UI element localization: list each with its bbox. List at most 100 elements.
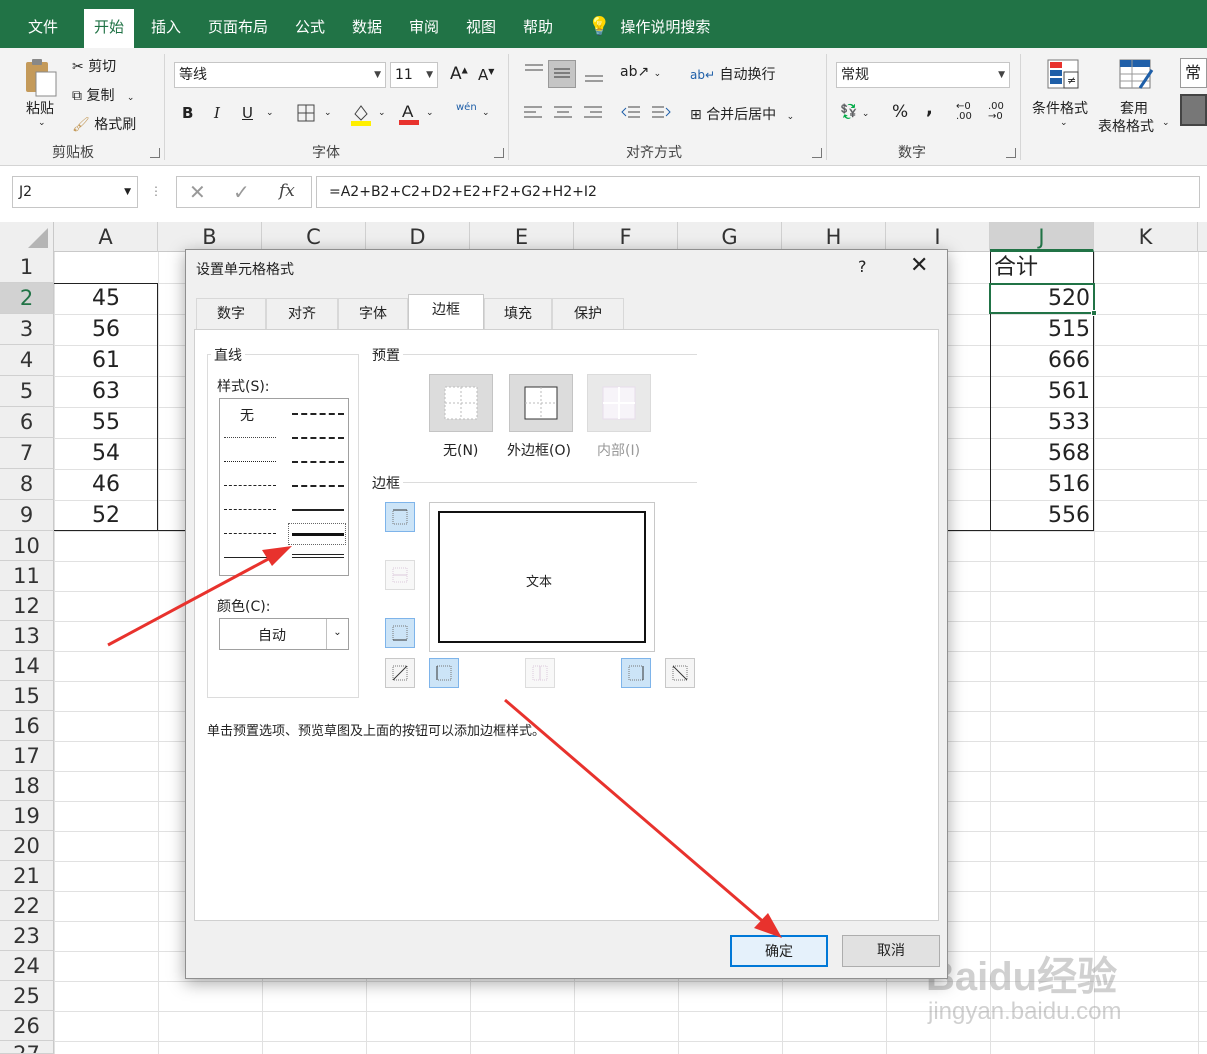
fill-handle[interactable] [1091, 310, 1097, 316]
cell-j5[interactable]: 561 [994, 376, 1090, 407]
font-color-icon[interactable]: A [398, 100, 420, 126]
border-diagonal-down-button[interactable] [665, 658, 695, 688]
paste-dropdown-icon[interactable]: ⌄ [38, 118, 46, 128]
border-middle-horizontal-button[interactable] [385, 560, 415, 590]
row-header[interactable]: 21 [0, 861, 54, 891]
row-header[interactable]: 5 [0, 376, 54, 407]
row-header[interactable]: 10 [0, 531, 54, 561]
row-header[interactable]: 14 [0, 651, 54, 681]
border-left-button[interactable] [429, 658, 459, 688]
line-style-thin[interactable] [224, 557, 276, 558]
align-right-icon[interactable] [582, 104, 604, 124]
cell-j3[interactable]: 515 [994, 314, 1090, 345]
close-icon[interactable]: ✕ [910, 253, 928, 278]
clipboard-launcher-icon[interactable] [150, 148, 160, 158]
column-header-a[interactable]: A [54, 222, 158, 252]
line-style-medium[interactable] [292, 509, 344, 511]
name-box[interactable]: J2 ▼ [12, 176, 138, 208]
align-left-icon[interactable] [522, 104, 544, 124]
format-as-table-label-1[interactable]: 套用 [1120, 98, 1148, 118]
row-header[interactable]: 12 [0, 591, 54, 621]
fill-color-dropdown-icon[interactable]: ⌄ [378, 108, 386, 118]
row-header[interactable]: 24 [0, 951, 54, 981]
cell-a7[interactable]: 54 [92, 438, 120, 469]
fill-color-icon[interactable] [350, 102, 372, 126]
tab-view[interactable]: 视图 [456, 9, 506, 48]
tab-file[interactable]: 文件 [18, 9, 68, 48]
underline-button[interactable]: U [242, 104, 253, 122]
line-style-slant-dash-dot[interactable] [292, 437, 344, 439]
paste-icon[interactable] [22, 56, 60, 100]
enter-icon[interactable]: ✓ [233, 180, 250, 204]
tab-home[interactable]: 开始 [84, 9, 135, 48]
line-style-dash-dot[interactable] [224, 509, 276, 510]
tab-number[interactable]: 数字 [196, 298, 266, 329]
line-style-double[interactable] [292, 554, 344, 558]
line-style-medium-dash-dot-dot[interactable] [292, 413, 344, 415]
row-header[interactable]: 18 [0, 771, 54, 801]
row-header[interactable]: 26 [0, 1011, 54, 1041]
color-picker[interactable]: 自动 ⌄ [219, 618, 349, 650]
phonetic-icon[interactable]: wén [456, 102, 477, 113]
row-header[interactable]: 25 [0, 981, 54, 1011]
row-header[interactable]: 19 [0, 801, 54, 831]
tab-help[interactable]: 帮助 [513, 9, 563, 48]
insert-function-icon[interactable]: fx [279, 181, 295, 201]
column-header-d[interactable]: D [366, 222, 470, 252]
tab-data[interactable]: 数据 [342, 9, 392, 48]
row-header[interactable]: 2 [0, 283, 54, 314]
orientation-icon[interactable]: ab↗ ⌄ [620, 64, 661, 80]
line-style-list[interactable]: 无 [219, 398, 349, 576]
tab-page-layout[interactable]: 页面布局 [198, 9, 278, 48]
alignment-launcher-icon[interactable] [812, 148, 822, 158]
cell-a6[interactable]: 55 [92, 407, 120, 438]
comma-style-button[interactable]: , [926, 98, 933, 119]
row-header[interactable]: 11 [0, 561, 54, 591]
shrink-font-button[interactable]: A▼ [478, 66, 494, 84]
tab-formulas[interactable]: 公式 [285, 9, 335, 48]
wrap-text-button[interactable]: ab↵ 自动换行 [690, 64, 775, 84]
cell-a9[interactable]: 52 [92, 500, 120, 531]
line-style-medium-dashed[interactable] [292, 485, 344, 487]
help-button[interactable]: ? [858, 257, 867, 276]
line-style-hair[interactable] [224, 437, 276, 438]
cell-j9[interactable]: 556 [994, 500, 1090, 531]
cell-a2[interactable]: 45 [92, 283, 120, 314]
line-style-medium-dash-dot[interactable] [292, 461, 344, 463]
font-color-dropdown-icon[interactable]: ⌄ [426, 108, 434, 118]
cell-a3[interactable]: 56 [92, 314, 120, 345]
border-preview[interactable]: 文本 [429, 502, 655, 652]
cell-style-check[interactable] [1180, 94, 1207, 126]
column-header-f[interactable]: F [574, 222, 678, 252]
cancel-entry-icon[interactable]: ✕ [189, 180, 206, 204]
column-header-i[interactable]: I [886, 222, 990, 252]
increase-decimal-icon[interactable]: ←0.00 [956, 102, 972, 122]
row-header[interactable]: 20 [0, 831, 54, 861]
font-name-combo[interactable]: 等线 ▼ [174, 62, 386, 88]
row-header[interactable]: 13 [0, 621, 54, 651]
chevron-down-icon[interactable]: ⌄ [326, 619, 348, 649]
select-all-corner[interactable] [0, 222, 54, 252]
line-style-dash-dot-dot[interactable] [224, 485, 276, 486]
conditional-format-icon[interactable]: ≠ [1044, 58, 1084, 94]
number-format-combo[interactable]: 常规 ▼ [836, 62, 1010, 88]
copy-button[interactable]: ⧉ 复制 ⌄ [72, 85, 134, 105]
column-header-e[interactable]: E [470, 222, 574, 252]
increase-indent-icon[interactable] [650, 104, 672, 124]
preset-none-button[interactable] [429, 374, 493, 432]
cell-a8[interactable]: 46 [92, 469, 120, 500]
tab-review[interactable]: 审阅 [399, 9, 449, 48]
row-header[interactable]: 6 [0, 407, 54, 438]
format-as-table-dropdown-icon[interactable]: ⌄ [1162, 118, 1170, 128]
row-header[interactable]: 22 [0, 891, 54, 921]
decrease-indent-icon[interactable] [620, 104, 642, 124]
formula-input[interactable]: =A2+B2+C2+D2+E2+F2+G2+H2+I2 [316, 176, 1200, 208]
cell-a5[interactable]: 63 [92, 376, 120, 407]
cell-style-normal[interactable]: 常 [1180, 58, 1207, 88]
conditional-format-dropdown-icon[interactable]: ⌄ [1060, 118, 1068, 128]
column-header-b[interactable]: B [158, 222, 262, 252]
cell-j1[interactable]: 合计 [994, 252, 1038, 283]
row-header[interactable]: 1 [0, 252, 54, 283]
font-launcher-icon[interactable] [494, 148, 504, 158]
underline-dropdown-icon[interactable]: ⌄ [266, 108, 274, 118]
